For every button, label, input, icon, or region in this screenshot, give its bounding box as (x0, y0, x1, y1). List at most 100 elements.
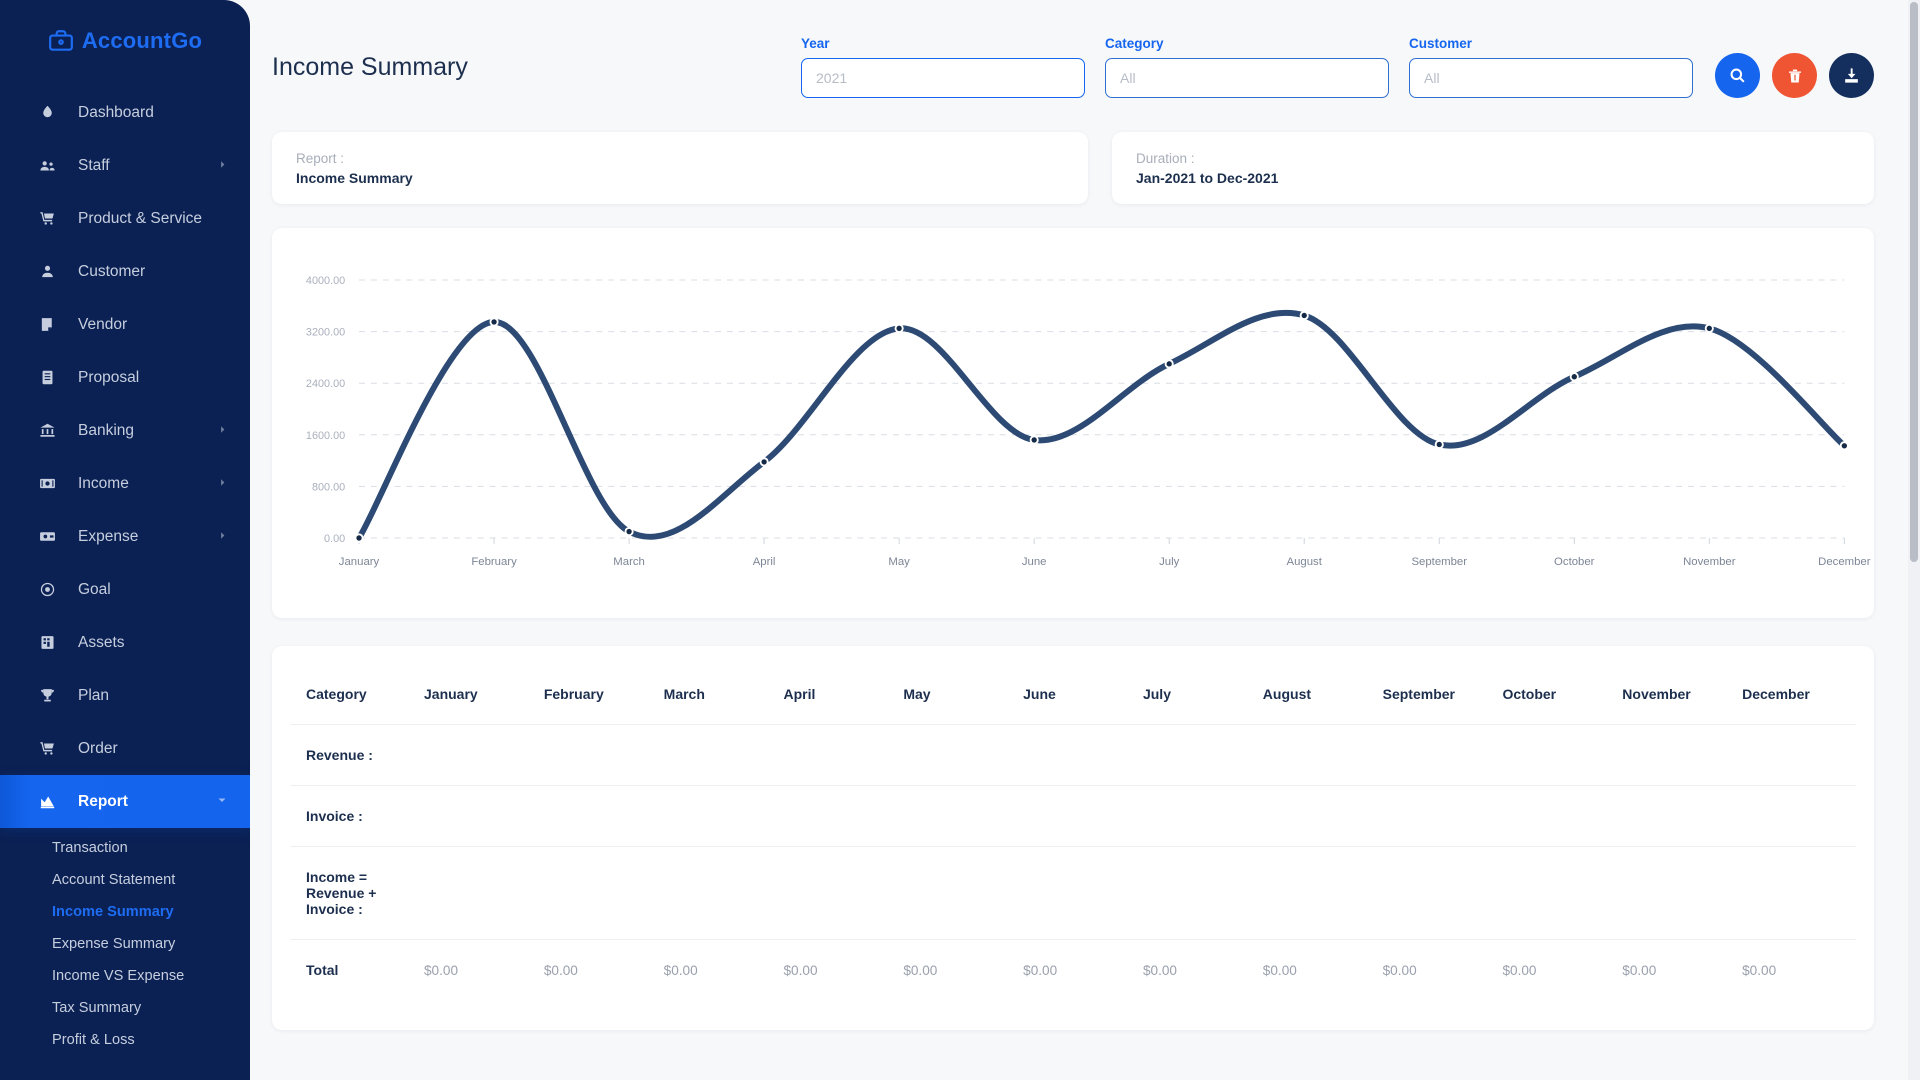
sidebar-item-income-vs-expense[interactable]: Income VS Expense (0, 960, 250, 992)
sidebar-item-profit-loss[interactable]: Profit & Loss (0, 1024, 250, 1056)
x-axis-tick-label: January (339, 556, 380, 568)
filter-label: Customer (1409, 36, 1693, 51)
table-cell: $0.00 (538, 940, 658, 1001)
filter-category: Category (1105, 36, 1389, 98)
report-value: Income Summary (296, 170, 1064, 186)
x-axis-tick-label: July (1159, 556, 1179, 568)
sidebar-item-plan[interactable]: Plan (0, 669, 250, 722)
cart-icon (36, 210, 58, 227)
app-root: AccountGo Dashboard Staff (0, 0, 1920, 1080)
search-button[interactable] (1715, 53, 1760, 98)
download-button[interactable] (1829, 53, 1874, 98)
x-axis-tick-label: April (753, 556, 776, 568)
table-header-cell: May (897, 672, 1017, 725)
table-header-cell: August (1257, 672, 1377, 725)
data-point[interactable] (1031, 437, 1036, 442)
table-cell (1736, 847, 1856, 940)
table-row: Revenue : (290, 725, 1856, 786)
table-cell (658, 847, 778, 940)
sidebar-item-report[interactable]: Report (0, 775, 250, 828)
chart-icon (36, 793, 58, 810)
page-title: Income Summary (272, 53, 468, 122)
table-cell (897, 786, 1017, 847)
table-cell: $0.00 (418, 940, 538, 1001)
vertical-scrollbar[interactable] (1908, 0, 1920, 1080)
sidebar-item-expense-summary[interactable]: Expense Summary (0, 928, 250, 960)
table-cell (1377, 786, 1497, 847)
table-cell (1736, 725, 1856, 786)
x-axis-tick-label: February (471, 556, 517, 568)
sidebar-item-label: Goal (78, 581, 111, 599)
year-input[interactable] (801, 58, 1085, 98)
sidebar-item-staff[interactable]: Staff (0, 139, 250, 192)
data-point[interactable] (1302, 313, 1307, 318)
table-cell (1257, 847, 1377, 940)
table-cell: $0.00 (1496, 940, 1616, 1001)
income-table-card: CategoryJanuaryFebruaryMarchAprilMayJune… (272, 646, 1874, 1030)
sidebar-item-label: Dashboard (78, 104, 154, 122)
money-icon (36, 475, 58, 492)
table-header-cell: March (658, 672, 778, 725)
sidebar-item-order[interactable]: Order (0, 722, 250, 775)
sidebar-item-product-service[interactable]: Product & Service (0, 192, 250, 245)
data-point[interactable] (761, 459, 766, 464)
sidebar-item-vendor[interactable]: Vendor (0, 298, 250, 351)
brand-logo[interactable]: AccountGo (0, 0, 250, 82)
submenu-label: Tax Summary (52, 1000, 141, 1016)
submenu-label: Transaction (52, 840, 128, 856)
sidebar-item-assets[interactable]: Assets (0, 616, 250, 669)
table-cell (1017, 847, 1137, 940)
table-cell (418, 786, 538, 847)
x-axis-tick-label: March (613, 556, 645, 568)
table-cell (897, 725, 1017, 786)
table-cell (1137, 786, 1257, 847)
chevron-down-icon (216, 793, 228, 811)
y-axis-tick-label: 3200.00 (306, 327, 345, 339)
table-header-cell: Category (290, 672, 418, 725)
sidebar-item-dashboard[interactable]: Dashboard (0, 86, 250, 139)
brand-name: AccountGo (82, 28, 202, 54)
sidebar-item-income-summary[interactable]: Income Summary (0, 896, 250, 928)
wallet-icon (36, 528, 58, 545)
customer-input[interactable] (1409, 58, 1693, 98)
sidebar-item-label: Expense (78, 528, 138, 546)
chevron-right-icon (217, 157, 228, 175)
sidebar-item-customer[interactable]: Customer (0, 245, 250, 298)
table-header-cell: January (418, 672, 538, 725)
table-row-label: Revenue : (290, 725, 418, 786)
sidebar-item-expense[interactable]: Expense (0, 510, 250, 563)
target-icon (36, 581, 58, 598)
sidebar-item-label: Staff (78, 157, 110, 175)
sidebar-item-income[interactable]: Income (0, 457, 250, 510)
table-body: Revenue :Invoice :Income = Revenue + Inv… (290, 725, 1856, 1001)
data-point[interactable] (356, 535, 361, 540)
data-point[interactable] (1167, 361, 1172, 366)
sidebar-item-label: Banking (78, 422, 134, 440)
sidebar-item-banking[interactable]: Banking (0, 404, 250, 457)
reset-button[interactable] (1772, 53, 1817, 98)
sidebar-item-transaction[interactable]: Transaction (0, 832, 250, 864)
table-cell (777, 847, 897, 940)
action-buttons (1715, 53, 1874, 122)
data-point[interactable] (626, 529, 631, 534)
data-point[interactable] (896, 326, 901, 331)
table-cell (538, 725, 658, 786)
data-point[interactable] (1437, 442, 1442, 447)
data-point[interactable] (491, 319, 496, 324)
category-input[interactable] (1105, 58, 1389, 98)
sidebar-item-label: Proposal (78, 369, 139, 387)
data-point[interactable] (1842, 443, 1847, 448)
scrollbar-thumb[interactable] (1910, 2, 1918, 562)
data-point[interactable] (1572, 374, 1577, 379)
sidebar-item-proposal[interactable]: Proposal (0, 351, 250, 404)
data-point[interactable] (1707, 326, 1712, 331)
table-cell: $0.00 (1616, 940, 1736, 1001)
summary-cards: Report : Income Summary Duration : Jan-2… (250, 122, 1920, 204)
table-cell: $0.00 (777, 940, 897, 1001)
submenu-label: Profit & Loss (52, 1032, 135, 1048)
sidebar-item-account-statement[interactable]: Account Statement (0, 864, 250, 896)
sidebar: AccountGo Dashboard Staff (0, 0, 250, 1080)
sidebar-item-tax-summary[interactable]: Tax Summary (0, 992, 250, 1024)
sidebar-item-goal[interactable]: Goal (0, 563, 250, 616)
table-row: Invoice : (290, 786, 1856, 847)
